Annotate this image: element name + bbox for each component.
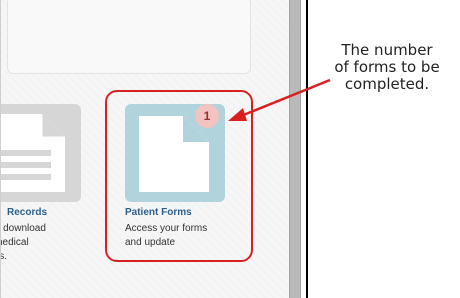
records-desc-line-2: nedical [0, 237, 29, 248]
records-tile-title[interactable]: Records [7, 207, 47, 218]
top-content-card [7, 0, 251, 74]
scrollbar[interactable] [289, 0, 301, 298]
callout-line-1: The number [341, 41, 433, 59]
portal-panel: Records r download nedical ls. 1 Patient… [0, 0, 289, 298]
document-icon [1, 114, 65, 192]
patient-forms-title[interactable]: Patient Forms [125, 207, 192, 218]
records-desc-line-3: ls. [1, 251, 7, 262]
divider-line [306, 0, 308, 298]
patient-forms-description: Access your forms and update [125, 222, 235, 250]
records-tile-description: r download nedical ls. [0, 222, 97, 264]
records-desc-line-1: r download [0, 223, 46, 234]
forms-desc-line-2: and update [125, 237, 176, 248]
forms-count-badge: 1 [195, 104, 219, 128]
annotation-callout: The number of forms to be completed. [314, 42, 460, 93]
forms-desc-line-1: Access your forms [125, 223, 208, 234]
records-tile[interactable] [1, 104, 81, 202]
callout-line-2: of forms to be [334, 58, 440, 76]
callout-line-3: completed. [344, 75, 430, 93]
